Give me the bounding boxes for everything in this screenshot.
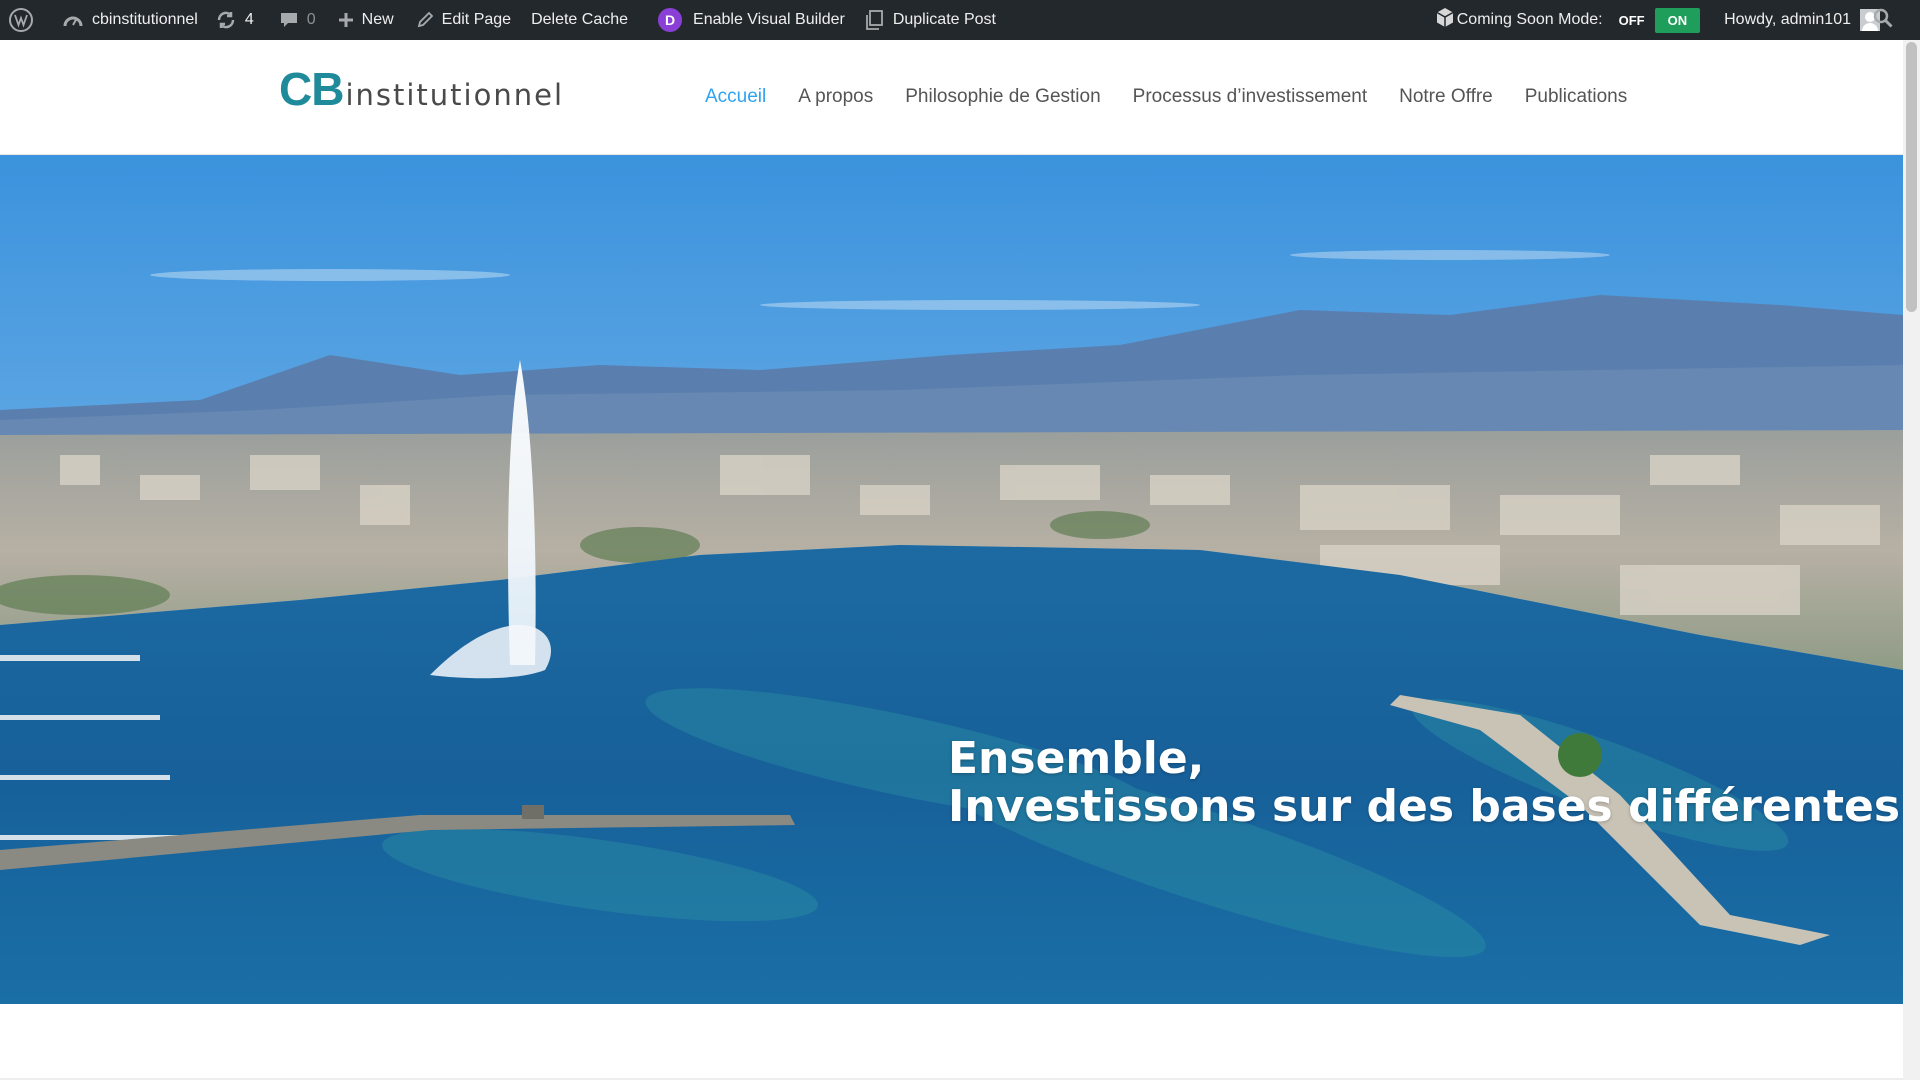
hero-banner: Ensemble, Investissons sur des bases dif…: [0, 155, 1903, 1004]
delete-cache-link[interactable]: Delete Cache: [522, 0, 637, 40]
cube-icon: [1435, 7, 1455, 34]
comments-count: 0: [306, 11, 316, 28]
comments-link[interactable]: 0: [271, 0, 325, 40]
updates-icon: [216, 11, 236, 29]
visual-builder-link[interactable]: D Enable Visual Builder: [637, 0, 854, 40]
visual-builder-label: Enable Visual Builder: [693, 11, 845, 28]
wordpress-icon: [9, 8, 33, 32]
main-navigation: Accueil A propos Philosophie de Gestion …: [705, 86, 1659, 108]
site-header: CB institutionnel Accueil A propos Philo…: [0, 40, 1903, 155]
nav-item-accueil[interactable]: Accueil: [705, 86, 766, 108]
site-name-label: cbinstitutionnel: [92, 11, 198, 28]
duplicate-post-label: Duplicate Post: [892, 11, 996, 28]
nav-item-processus[interactable]: Processus d’investissement: [1133, 86, 1367, 108]
hero-line-2: Investissons sur des bases différentes: [948, 781, 1901, 832]
coming-soon-label: Coming Soon Mode:: [1456, 11, 1603, 28]
coming-soon-on-toggle[interactable]: ON: [1654, 7, 1701, 33]
edit-page-label: Edit Page: [441, 11, 512, 28]
new-label: New: [361, 11, 394, 28]
nav-item-a-propos[interactable]: A propos: [798, 86, 873, 108]
divi-icon: D: [658, 8, 683, 32]
hero-line-1: Ensemble,: [948, 733, 1205, 784]
admin-bar: cbinstitutionnel 4 0 New Edit Page Delet…: [0, 0, 1920, 40]
logo-cb: CB: [279, 63, 344, 115]
nav-item-philosophie[interactable]: Philosophie de Gestion: [905, 86, 1100, 108]
updates-link[interactable]: 4: [207, 0, 263, 40]
nav-item-publications[interactable]: Publications: [1525, 86, 1627, 108]
updates-count: 4: [244, 11, 254, 28]
dashboard-icon: [63, 11, 83, 29]
scrollbar-thumb[interactable]: [1906, 42, 1917, 312]
coming-soon-off-toggle[interactable]: OFF: [1619, 13, 1645, 28]
site-name-link[interactable]: cbinstitutionnel: [54, 0, 207, 40]
delete-cache-label: Delete Cache: [531, 11, 629, 28]
duplicate-post-link[interactable]: Duplicate Post: [854, 0, 1005, 40]
duplicate-icon: [863, 9, 885, 31]
plus-icon: [338, 12, 354, 28]
pencil-icon: [416, 11, 434, 29]
wordpress-menu[interactable]: [0, 0, 42, 40]
page-scrollbar[interactable]: [1903, 40, 1920, 1080]
site-logo[interactable]: CB institutionnel: [279, 66, 564, 112]
new-content-link[interactable]: New: [329, 0, 403, 40]
logo-institutionnel: institutionnel: [345, 78, 565, 112]
search-icon[interactable]: [1873, 8, 1893, 33]
comments-icon: [280, 11, 298, 29]
nav-item-notre-offre[interactable]: Notre Offre: [1399, 86, 1493, 108]
admin-bar-right: Coming Soon Mode: OFF ON Howdy, admin101: [1435, 0, 1920, 40]
edit-page-link[interactable]: Edit Page: [407, 0, 520, 40]
geneva-lake-image: [0, 155, 1903, 1004]
hero-headline: Ensemble, Investissons sur des bases dif…: [948, 735, 1900, 831]
account-greeting[interactable]: Howdy, admin101: [1724, 11, 1851, 29]
